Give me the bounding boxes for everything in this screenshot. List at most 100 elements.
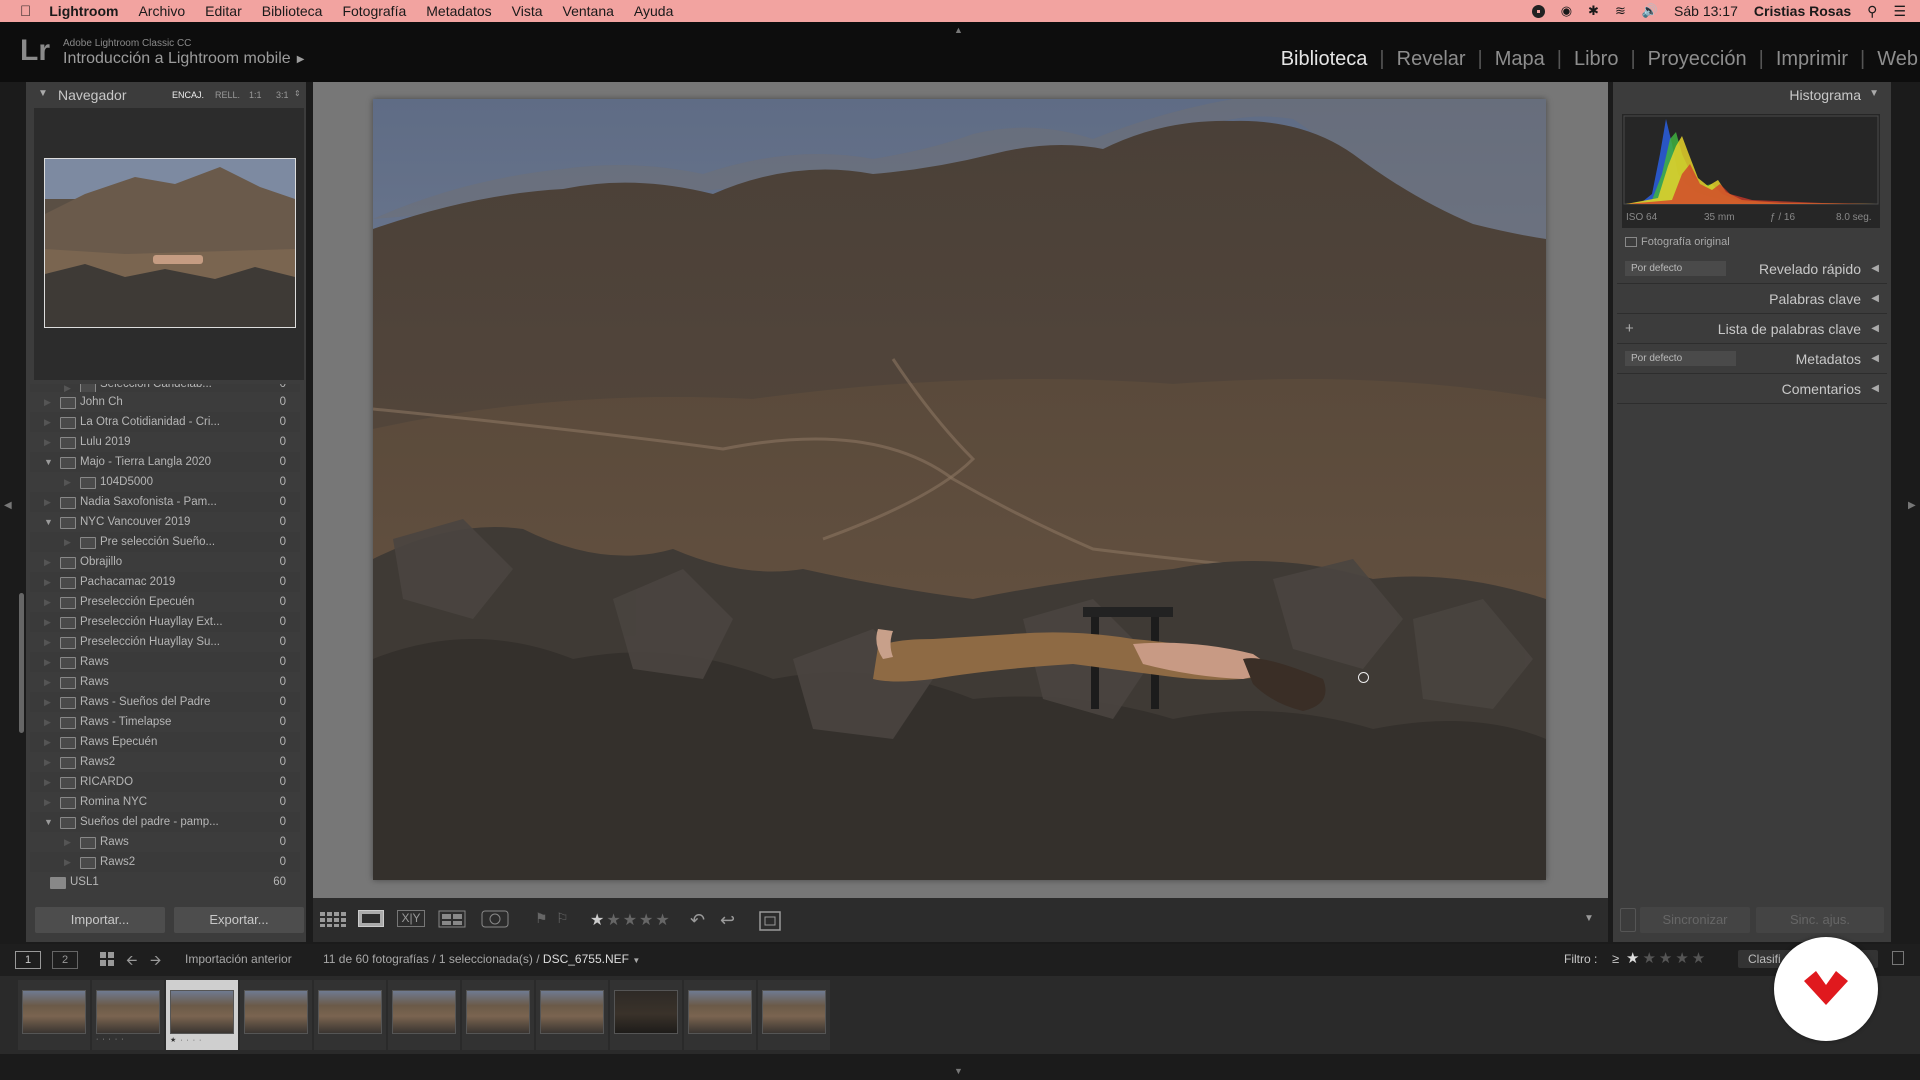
quick-develop-expand-icon[interactable]: ◀ [1871, 263, 1879, 274]
folder-collapsed-icon[interactable]: ▶ [44, 797, 54, 808]
grid-view-icon[interactable] [319, 910, 347, 930]
folder-collapsed-icon[interactable]: ▶ [44, 557, 54, 568]
catalog-title[interactable]: Introducción a Lightroom mobile ▶ [63, 50, 304, 68]
zoom-3-1[interactable]: 3:1 [276, 90, 289, 100]
crop-overlay-icon[interactable] [758, 910, 782, 931]
sync-button[interactable]: Sincronizar [1640, 907, 1750, 933]
folder-row[interactable]: ▼ Majo - Tierra Langla 2020 0 [30, 452, 300, 472]
folder-row[interactable]: ▶ Raws2 0 [30, 852, 300, 872]
filmstrip-thumbnail[interactable] [388, 980, 460, 1050]
module-proyeccion[interactable]: Proyección [1636, 48, 1759, 71]
folder-row[interactable]: ▼ Sueños del padre - pamp... 0 [30, 812, 300, 832]
menu-app-name[interactable]: Lightroom [49, 3, 118, 19]
forward-arrow-icon[interactable]: 🡪 [150, 950, 161, 974]
module-mapa[interactable]: Mapa [1483, 48, 1557, 71]
left-panel-collapse-icon[interactable]: ◀ [4, 500, 12, 511]
module-revelar[interactable]: Revelar [1385, 48, 1478, 71]
back-arrow-icon[interactable]: 🡨 [126, 950, 137, 974]
bottom-collapse-arrow-icon[interactable]: ▼ [954, 1066, 963, 1076]
folder-row[interactable]: ▶ Obrajillo 0 [30, 552, 300, 572]
folder-expanded-icon[interactable]: ▼ [44, 457, 54, 467]
folder-row[interactable]: ▶ 104D5000 0 [30, 472, 300, 492]
folder-row[interactable]: ▶ Preselección Epecuén 0 [30, 592, 300, 612]
compare-view-icon[interactable]: X|Y [397, 910, 425, 930]
panel-keyword-list[interactable]: + Lista de palabras clave ◀ [1617, 315, 1887, 344]
folder-row[interactable]: ▶ John Ch 0 [30, 392, 300, 412]
current-filename[interactable]: DSC_6755.NEF [543, 952, 629, 966]
folder-row[interactable]: ▶ Raws - Timelapse 0 [30, 712, 300, 732]
folder-collapsed-icon[interactable]: ▶ [44, 697, 54, 708]
folder-collapsed-icon[interactable]: ▶ [44, 677, 54, 688]
wifi-icon[interactable]: ≋ [1615, 3, 1626, 19]
filmstrip-thumbnail[interactable] [462, 980, 534, 1050]
left-scrollbar[interactable] [19, 593, 24, 733]
filter-operator[interactable]: ≥ [1612, 951, 1619, 966]
add-keyword-plus-icon[interactable]: + [1625, 320, 1634, 337]
folder-row[interactable]: ▶ Lulu 2019 0 [30, 432, 300, 452]
filmstrip-thumbnail[interactable]: · · · · · [92, 980, 164, 1050]
filmstrip-thumbnail[interactable] [536, 980, 608, 1050]
folder-collapsed-icon[interactable]: ▶ [44, 437, 54, 448]
menu-vista[interactable]: Vista [512, 3, 543, 19]
folder-row[interactable]: ▶ Raws 0 [30, 672, 300, 692]
creative-cloud-icon[interactable]: ◉ [1561, 3, 1572, 19]
menu-fotografia[interactable]: Fotografía [342, 3, 406, 19]
sync-settings-button[interactable]: Sinc. ajus. [1756, 907, 1884, 933]
module-web[interactable]: Web [1865, 48, 1920, 71]
module-libro[interactable]: Libro [1562, 48, 1630, 71]
screen-1-button[interactable]: 1 [15, 951, 41, 969]
menu-editar[interactable]: Editar [205, 3, 242, 19]
filmstrip-thumbnail[interactable] [18, 980, 90, 1050]
folder-row[interactable]: ▶ Pre selección Sueño... 0 [30, 532, 300, 552]
screen-2-button[interactable]: 2 [52, 951, 78, 969]
folder-expanded-icon[interactable]: ▼ [44, 817, 54, 827]
folder-row[interactable]: ▶ Selección Candelab... 0 [30, 384, 300, 392]
original-photo-checkbox[interactable] [1625, 237, 1637, 247]
bluetooth-icon[interactable]: ✱ [1588, 3, 1599, 19]
apple-menu-icon[interactable]:  [20, 3, 31, 20]
folder-row[interactable]: ▶ Raws - Sueños del Padre 0 [30, 692, 300, 712]
clock[interactable]: Sáb 13:17 [1674, 3, 1738, 19]
folder-row[interactable]: ▶ Preselección Huayllay Ext... 0 [30, 612, 300, 632]
folder-collapsed-icon[interactable]: ▶ [44, 777, 54, 788]
user-name[interactable]: Cristias Rosas [1754, 3, 1851, 19]
export-button[interactable]: Exportar... [174, 907, 304, 933]
panel-keywording[interactable]: Palabras clave ◀ [1617, 285, 1887, 314]
rotate-right-icon[interactable]: ↩ [720, 910, 735, 930]
rotate-left-icon[interactable]: ↶ [690, 910, 705, 930]
folder-collapsed-icon[interactable]: ▶ [44, 577, 54, 588]
panel-comments[interactable]: Comentarios ◀ [1617, 375, 1887, 404]
zoom-1-1[interactable]: 1:1 [249, 90, 262, 100]
folder-collapsed-icon[interactable]: ▶ [44, 617, 54, 628]
histogram-chart[interactable]: ISO 64 35 mm ƒ / 16 8.0 seg. [1622, 114, 1880, 228]
spotlight-search-icon[interactable]: ⚲ [1867, 3, 1877, 20]
filmstrip-thumbnail[interactable] [240, 980, 312, 1050]
menu-metadatos[interactable]: Metadatos [426, 3, 491, 19]
folder-collapsed-icon[interactable]: ▶ [44, 397, 54, 408]
zoom-fit[interactable]: ENCAJ. [172, 90, 204, 100]
zoom-fill[interactable]: RELL. [215, 90, 240, 100]
menu-ventana[interactable]: Ventana [563, 3, 614, 19]
folder-row[interactable]: ▶ Preselección Huayllay Su... 0 [30, 632, 300, 652]
folder-collapsed-icon[interactable]: ▶ [44, 757, 54, 768]
import-button[interactable]: Importar... [35, 907, 165, 933]
filmstrip-source[interactable]: Importación anterior [185, 952, 292, 966]
folder-row[interactable]: ▼ NYC Vancouver 2019 0 [30, 512, 300, 532]
folder-collapsed-icon[interactable]: ▶ [44, 637, 54, 648]
flag-pick-icon[interactable]: ⚑ [535, 910, 548, 930]
grid-small-icon[interactable] [100, 952, 114, 971]
metadata-expand-icon[interactable]: ◀ [1871, 353, 1879, 364]
volume-icon[interactable]: 🔊 [1642, 3, 1658, 19]
filename-dropdown-icon[interactable]: ▼ [632, 956, 640, 965]
filmstrip-thumbnail[interactable] [758, 980, 830, 1050]
histogram-collapse-icon[interactable]: ▼ [1869, 88, 1879, 99]
module-imprimir[interactable]: Imprimir [1764, 48, 1860, 71]
flag-reject-icon[interactable]: ⚐ [556, 910, 569, 930]
menu-biblioteca[interactable]: Biblioteca [262, 3, 323, 19]
folder-collapsed-icon[interactable]: ▶ [64, 477, 74, 488]
folder-row[interactable]: ▶ Raws2 0 [30, 752, 300, 772]
navigator-header[interactable]: ▼ Navegador ENCAJ. RELL. 1:1 3:1 ⇕ [30, 86, 306, 106]
menu-archivo[interactable]: Archivo [138, 3, 185, 19]
metadata-preset-select[interactable]: Por defecto [1625, 351, 1736, 366]
folder-row[interactable]: ▶ RICARDO 0 [30, 772, 300, 792]
